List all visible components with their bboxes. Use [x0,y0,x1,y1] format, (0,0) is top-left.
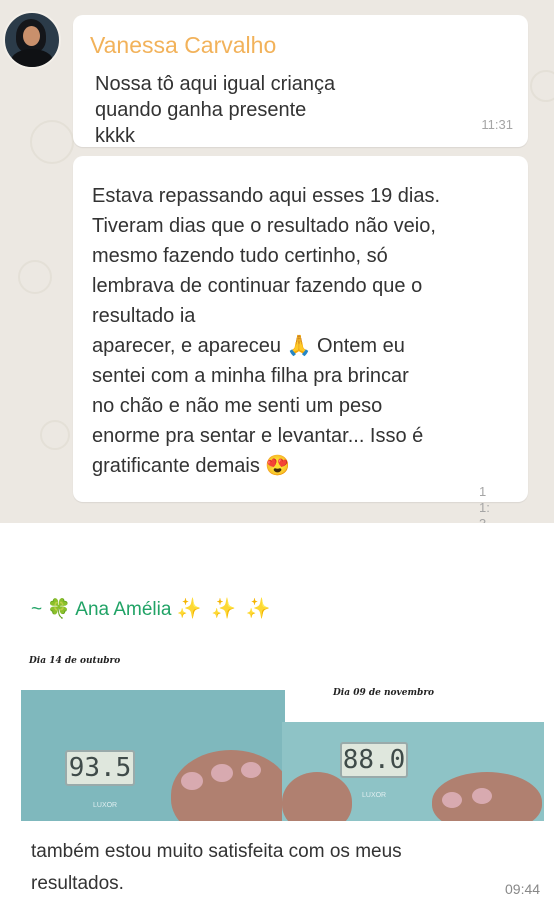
message-bubble[interactable]: Vanessa Carvalho Nossa tô aqui igual cri… [73,15,528,147]
chat-screenshot-ana: ~ 🍀 Ana Amélia ✨ ✨ ✨ Dia 14 de outubro D… [3,568,550,909]
chat-screenshot-vanessa: Vanessa Carvalho Nossa tô aqui igual cri… [0,0,554,523]
toe-shape [241,762,261,778]
scale-photo-after[interactable]: 88.0 LUXOR [282,722,544,821]
photo-caption: Dia 09 de novembro [333,688,435,698]
sender-name[interactable]: ~ 🍀 Ana Amélia ✨ ✨ ✨ [31,596,273,621]
wallpaper-doodle [530,70,554,102]
clover-icon: 🍀 [47,599,72,620]
scale-reading: 93.5 [65,750,135,786]
foot-shape [282,772,352,821]
scale-brand: LUXOR [93,802,118,809]
message-time: 11:34 [479,484,490,523]
scale-reading: 88.0 [340,742,408,778]
message-time: 11:31 [481,117,513,132]
avatar[interactable] [3,11,61,69]
toe-shape [472,788,492,804]
toe-shape [442,792,462,808]
scale-brand: LUXOR [362,792,387,799]
message-bubble[interactable]: ~ 🍀 Ana Amélia ✨ ✨ ✨ Dia 14 de outubro D… [11,574,550,909]
message-text: também estou muito satisfeita com os meu… [31,841,402,894]
sender-prefix: ~ [31,599,43,620]
message-text: Estava repassando aqui esses 19 dias. Ti… [92,185,440,477]
toe-shape [211,764,233,782]
toe-shape [181,772,203,790]
sparkles-icon: ✨ ✨ ✨ [176,598,273,620]
message-time: 09:44 [505,881,541,897]
sender-name-text: Ana Amélia [75,599,172,620]
scale-photo-before[interactable]: 93.5 LUXOR [21,690,285,821]
photo-caption: Dia 14 de outubro [29,656,121,666]
wallpaper-doodle [30,120,74,164]
wallpaper-doodle [40,420,70,450]
wallpaper-doodle [18,260,52,294]
message-bubble[interactable]: Estava repassando aqui esses 19 dias. Ti… [73,156,528,523]
sender-name[interactable]: Vanessa Carvalho [90,32,276,59]
message-text: Nossa tô aqui igual criança quando ganha… [95,73,336,147]
